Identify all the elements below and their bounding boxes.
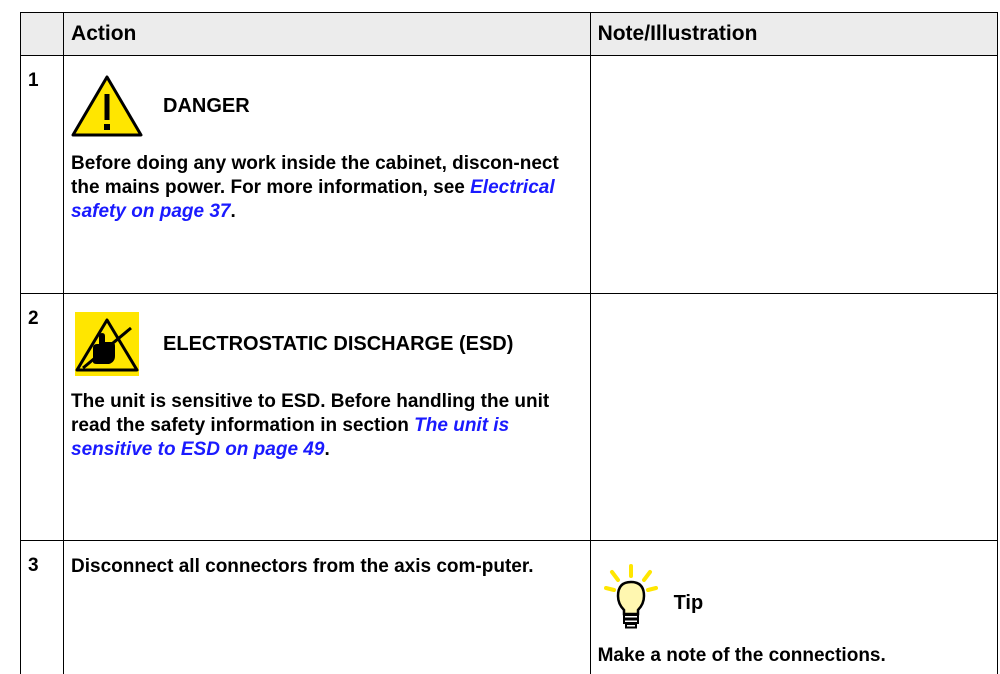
esd-admonition: ELECTROSTATIC DISCHARGE (ESD) bbox=[71, 310, 582, 378]
step-text-end: . bbox=[230, 201, 235, 222]
step-text: The unit is sensitive to ESD. Before han… bbox=[71, 390, 582, 462]
step-number: 2 bbox=[21, 294, 64, 541]
step-text: Disconnect all connectors from the axis … bbox=[71, 555, 582, 579]
step-text: Before doing any work inside the cabinet… bbox=[71, 152, 582, 224]
admonition-title: DANGER bbox=[163, 95, 250, 118]
note-cell bbox=[590, 294, 997, 541]
header-number bbox=[21, 13, 64, 56]
procedure-table: Action Note/Illustration 1 DANGER Before… bbox=[20, 12, 998, 674]
action-cell: ELECTROSTATIC DISCHARGE (ESD) The unit i… bbox=[64, 294, 591, 541]
header-note: Note/Illustration bbox=[590, 13, 997, 56]
action-cell: Disconnect all connectors from the axis … bbox=[64, 541, 591, 674]
lightbulb-icon bbox=[604, 564, 658, 630]
table-row: 2 ELECTROSTATIC DISCHARGE (ESD) The unit… bbox=[21, 294, 998, 541]
tip-title: Tip bbox=[674, 592, 704, 615]
tip-admonition: Tip bbox=[598, 561, 989, 633]
tip-text: Make a note of the connections. bbox=[598, 645, 989, 667]
table-row: 1 DANGER Before doing any work inside th… bbox=[21, 56, 998, 294]
danger-admonition: DANGER bbox=[71, 72, 582, 140]
action-cell: DANGER Before doing any work inside the … bbox=[64, 56, 591, 294]
warning-triangle-icon bbox=[71, 74, 143, 138]
note-cell: Tip Make a note of the connections. bbox=[590, 541, 997, 674]
admonition-title: ELECTROSTATIC DISCHARGE (ESD) bbox=[163, 333, 513, 356]
step-number: 1 bbox=[21, 56, 64, 294]
header-action: Action bbox=[64, 13, 591, 56]
table-row: 3 Disconnect all connectors from the axi… bbox=[21, 541, 998, 674]
step-number: 3 bbox=[21, 541, 64, 674]
table-header-row: Action Note/Illustration bbox=[21, 13, 998, 56]
step-text-end: . bbox=[324, 439, 329, 460]
note-cell bbox=[590, 56, 997, 294]
esd-hand-icon bbox=[71, 312, 143, 376]
